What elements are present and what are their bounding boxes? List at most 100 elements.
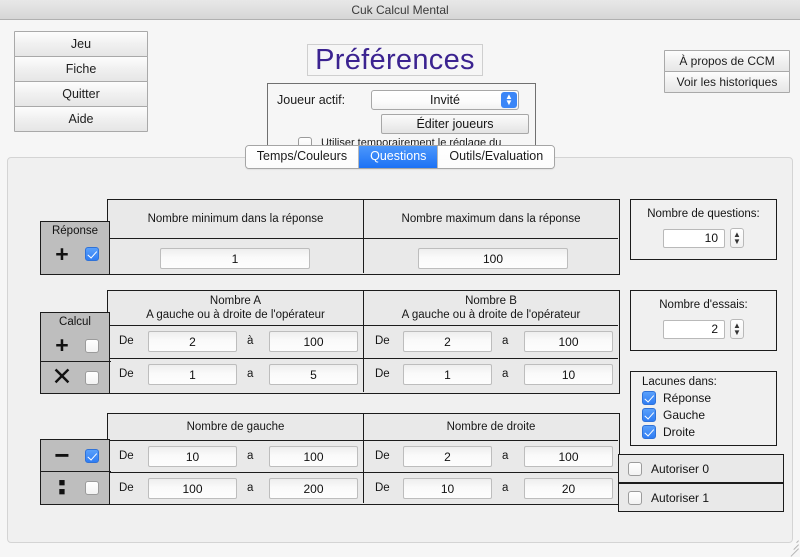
block-divider (108, 358, 618, 359)
calcul-r2-a-to-input[interactable]: 5 (269, 364, 358, 385)
tabstrip: Temps/Couleurs Questions Outils/Evaluati… (244, 145, 556, 169)
gd-r1-a-sep: a (247, 450, 254, 462)
calcul-r1-b-sep: a (502, 335, 509, 347)
calcul-col2-header-line1: Nombre B (465, 295, 517, 307)
gd-r2-a-from-input[interactable]: 100 (148, 478, 237, 499)
app-window: Cuk Calcul Mental Jeu Fiche Quitter Aide… (0, 0, 800, 557)
gd-row2-operator: ■ ■ (41, 472, 109, 503)
calcul-r1-a-to-input[interactable]: 100 (269, 331, 358, 352)
autoriser-1-row[interactable]: Autoriser 1 (618, 483, 784, 512)
reponse-min-input[interactable]: 1 (160, 248, 310, 269)
calcul-r1-a-prefix: De (119, 335, 134, 347)
gd-r1-b-to-input[interactable]: 100 (524, 446, 613, 467)
autoriser-0-row[interactable]: Autoriser 0 (618, 454, 784, 483)
calcul-col1-header-line1: Nombre A (209, 295, 262, 307)
gd-r2-b-sep: a (502, 482, 509, 494)
gd-r1-b-prefix: De (375, 450, 390, 462)
calcul-r1-b-to-input[interactable]: 100 (524, 331, 613, 352)
lacunes-gauche-label: Gauche (663, 408, 706, 422)
reponse-caption: Réponse (51, 225, 99, 237)
button-fiche[interactable]: Fiche (14, 56, 148, 82)
lacunes-item-reponse[interactable]: Réponse (642, 391, 776, 405)
reponse-block: Nombre minimum dans la réponse Nombre ma… (107, 199, 620, 275)
block-divider (108, 238, 618, 239)
reponse-enable-checkbox[interactable] (85, 247, 99, 261)
questions-panel: Nombre minimum dans la réponse Nombre ma… (7, 157, 793, 543)
resize-grip[interactable] (786, 538, 799, 557)
calcul-r1-b-from-input[interactable]: 2 (403, 331, 492, 352)
calcul-r1-a-sep: à (247, 335, 254, 347)
active-player-value: Invité (430, 93, 460, 107)
lacunes-reponse-checkbox[interactable] (642, 391, 656, 405)
lacunes-item-gauche[interactable]: Gauche (642, 408, 776, 422)
calcul-r1-a-from-input[interactable]: 2 (148, 331, 237, 352)
button-aide[interactable]: Aide (14, 106, 148, 132)
tab-temps-couleurs[interactable]: Temps/Couleurs (245, 146, 360, 168)
gd-r2-a-prefix: De (119, 482, 134, 494)
gd-col2-header: Nombre de droite (364, 414, 618, 440)
reponse-col1-header: Nombre minimum dans la réponse (108, 200, 363, 238)
header-area: Jeu Fiche Quitter Aide Préférences Joueu… (0, 20, 800, 162)
button-jeu[interactable]: Jeu (14, 31, 148, 57)
calcul-r2-b-sep: a (502, 368, 509, 380)
reponse-rowhead: Réponse + (40, 221, 110, 275)
nombre-essais-label: Nombre d'essais: (659, 299, 748, 311)
multiply-icon: ✕ (51, 363, 73, 391)
stepper-updown-icon[interactable]: ▲ ▼ (730, 319, 744, 339)
button-historiques[interactable]: Voir les historiques (664, 71, 790, 93)
reponse-max-input[interactable]: 100 (418, 248, 568, 269)
right-button-group: À propos de CCM Voir les historiques (664, 50, 790, 93)
divide-icon: ■ ■ (58, 476, 66, 498)
window-titlebar: Cuk Calcul Mental (0, 0, 800, 20)
lacunes-droite-label: Droite (663, 425, 696, 439)
calcul-rowhead: Calcul + ✕ (39, 312, 111, 394)
calcul-r2-b-prefix: De (375, 368, 390, 380)
autoriser-1-checkbox[interactable] (628, 490, 642, 505)
active-player-label: Joueur actif: (277, 93, 346, 107)
calcul-r2-b-from-input[interactable]: 1 (403, 364, 492, 385)
button-quitter[interactable]: Quitter (14, 81, 148, 107)
stepper-updown-icon[interactable]: ▲ ▼ (730, 228, 744, 248)
active-player-row: Joueur actif: Invité ▲ ▼ (277, 90, 529, 110)
lacunes-gauche-checkbox[interactable] (642, 408, 656, 422)
nombre-questions-input[interactable]: 10 (663, 228, 725, 248)
block-divider (363, 200, 364, 273)
gd-r2-b-prefix: De (375, 482, 390, 494)
tab-questions[interactable]: Questions (359, 146, 439, 168)
lacunes-item-droite[interactable]: Droite (642, 425, 776, 439)
page-title: Préférences (307, 44, 483, 76)
calcul-plus-checkbox[interactable] (85, 338, 99, 353)
calcul-r1-b-prefix: De (375, 335, 390, 347)
calcul-block: Nombre A A gauche ou à droite de l'opéra… (107, 290, 620, 394)
autoriser-0-label: Autoriser 0 (651, 461, 710, 476)
gd-r1-a-to-input[interactable]: 100 (269, 446, 358, 467)
edit-players-button[interactable]: Éditer joueurs (381, 114, 529, 134)
nombre-essais-input[interactable]: 2 (663, 319, 725, 339)
minus-icon: − (54, 440, 70, 470)
lacunes-droite-checkbox[interactable] (642, 425, 656, 439)
autoriser-0-checkbox[interactable] (628, 461, 642, 476)
button-a-propos[interactable]: À propos de CCM (664, 50, 790, 72)
block-divider (108, 325, 618, 326)
calcul-col2-header: Nombre B A gauche ou à droite de l'opéra… (364, 291, 618, 325)
calcul-times-checkbox[interactable] (85, 370, 99, 385)
gd-r2-b-to-input[interactable]: 20 (524, 478, 613, 499)
calcul-col2-header-line2: A gauche ou à droite de l'opérateur (401, 309, 581, 321)
gd-minus-checkbox[interactable] (85, 448, 99, 463)
calcul-r2-a-from-input[interactable]: 1 (148, 364, 237, 385)
calcul-r2-b-to-input[interactable]: 10 (524, 364, 613, 385)
tab-outils-evaluation[interactable]: Outils/Evaluation (438, 146, 555, 168)
calcul-r2-a-sep: a (247, 368, 254, 380)
block-divider (363, 291, 364, 392)
calcul-col1-header: Nombre A A gauche ou à droite de l'opéra… (108, 291, 363, 325)
plus-icon: + (55, 332, 69, 358)
gd-r1-a-from-input[interactable]: 10 (148, 446, 237, 467)
gd-r2-a-to-input[interactable]: 200 (269, 478, 358, 499)
calcul-row2-operator: ✕ (41, 362, 109, 393)
gd-col1-header: Nombre de gauche (108, 414, 363, 440)
gd-divide-checkbox[interactable] (85, 480, 99, 495)
calcul-col1-header-line2: A gauche ou à droite de l'opérateur (146, 309, 325, 321)
gd-r1-b-from-input[interactable]: 2 (403, 446, 492, 467)
gd-r2-b-from-input[interactable]: 10 (403, 478, 492, 499)
active-player-select[interactable]: Invité ▲ ▼ (371, 90, 519, 110)
